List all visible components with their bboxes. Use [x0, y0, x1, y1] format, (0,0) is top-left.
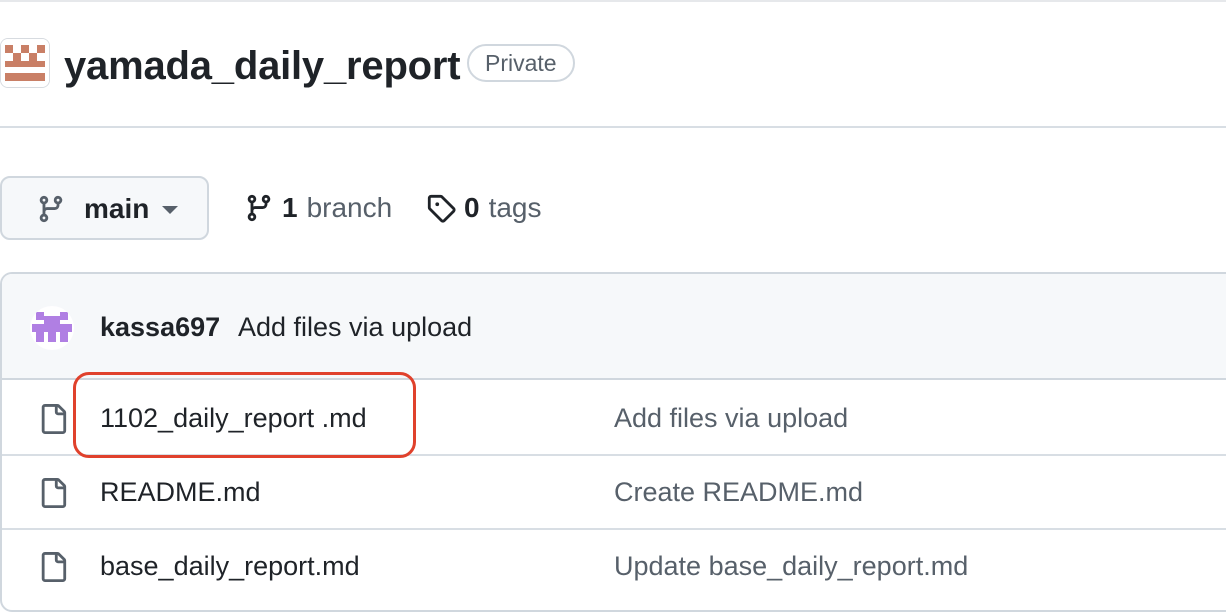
repository-page: yamada_daily_report Private main 1 branc…	[0, 0, 1226, 614]
identicon-avatar-icon	[1, 39, 49, 87]
branch-selector-button[interactable]: main	[0, 176, 209, 240]
file-row[interactable]: README.md Create README.md	[2, 456, 1226, 530]
repo-header: yamada_daily_report Private	[0, 30, 1226, 100]
file-icon	[41, 552, 67, 582]
branch-selector-label: main	[84, 193, 150, 224]
file-icon	[41, 478, 67, 508]
commit-author-avatar[interactable]	[30, 306, 74, 350]
file-name-link[interactable]: README.md	[100, 475, 261, 509]
git-branch-icon	[247, 194, 271, 222]
identicon-avatar-icon	[30, 306, 74, 350]
commit-message-link[interactable]: Add files via upload	[238, 310, 472, 344]
git-branch-icon	[39, 195, 63, 223]
file-name-link[interactable]: 1102_daily_report .md	[100, 401, 367, 435]
file-commit-message-link[interactable]: Update base_daily_report.md	[614, 549, 968, 583]
latest-commit-bar: kassa697 Add files via upload	[2, 274, 1226, 380]
file-row[interactable]: 1102_daily_report .md Add files via uplo…	[2, 382, 1226, 456]
commit-author-link[interactable]: kassa697	[100, 310, 220, 344]
top-divider	[0, 0, 1226, 2]
header-divider	[0, 126, 1226, 128]
visibility-badge: Private	[467, 44, 575, 82]
file-icon	[41, 404, 67, 434]
repo-name-link[interactable]: yamada_daily_report	[64, 40, 461, 92]
branch-label: branch	[306, 192, 393, 223]
file-browser: kassa697 Add files via upload 1102_daily…	[0, 272, 1226, 612]
tag-icon	[427, 194, 456, 223]
tag-label: tags	[488, 192, 542, 223]
tags-link[interactable]: 0 tags	[426, 190, 542, 226]
file-commit-message-link[interactable]: Create README.md	[614, 475, 863, 509]
repo-owner-avatar[interactable]	[0, 38, 50, 88]
chevron-down-icon	[162, 206, 178, 214]
branches-link[interactable]: 1 branch	[244, 190, 392, 226]
tag-count: 0	[464, 192, 480, 223]
file-commit-message-link[interactable]: Add files via upload	[614, 401, 848, 435]
file-name-link[interactable]: base_daily_report.md	[100, 549, 360, 583]
file-row[interactable]: base_daily_report.md Update base_daily_r…	[2, 530, 1226, 604]
branch-count: 1	[282, 192, 298, 223]
